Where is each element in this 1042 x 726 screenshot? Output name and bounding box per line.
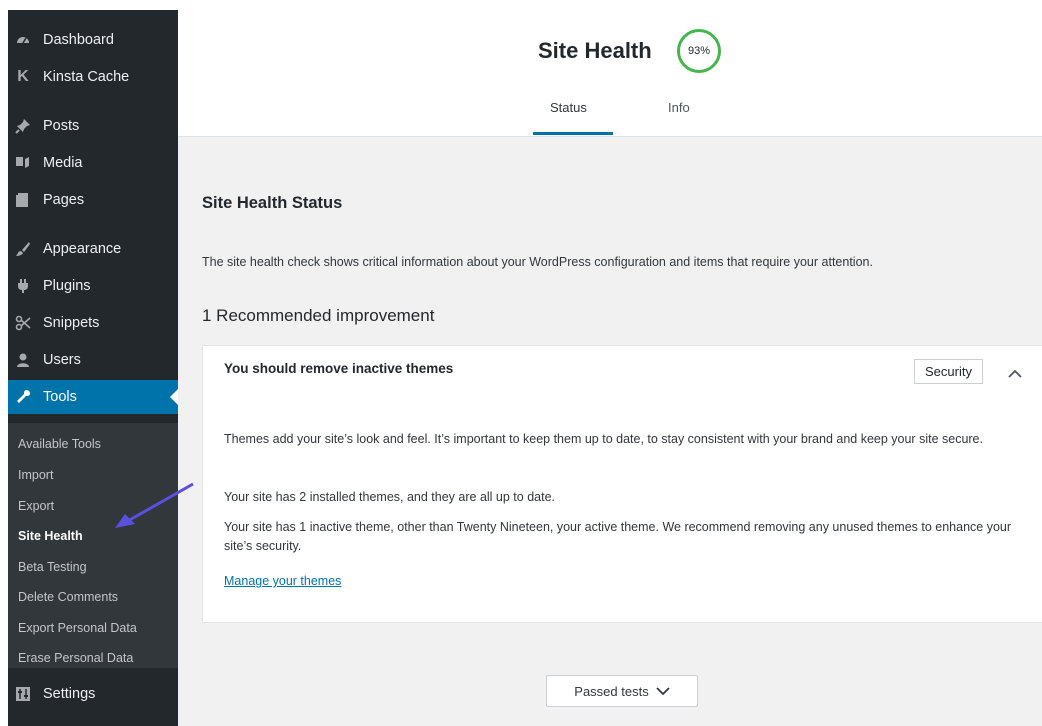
submenu-site-health[interactable]: Site Health [18, 529, 83, 543]
menu-item-label: Posts [43, 118, 80, 134]
menu-item-label: Snippets [43, 315, 100, 331]
main-content: Site Health Status The site health check… [178, 137, 1042, 726]
submenu-erase-personal-data[interactable]: Erase Personal Data [18, 651, 133, 665]
menu-item-label: Tools [43, 389, 77, 405]
passed-tests-button[interactable]: Passed tests [546, 675, 698, 707]
menu-item-media[interactable]: Media [8, 146, 178, 180]
submenu-export[interactable]: Export [18, 499, 54, 513]
menu-item-label: Pages [43, 192, 85, 208]
issue-paragraph: Your site has 2 installed themes, and th… [224, 490, 555, 504]
menu-item-users[interactable]: Users [8, 343, 178, 377]
issue-title[interactable]: You should remove inactive themes [224, 361, 453, 376]
menu-item-label: Media [43, 155, 83, 171]
section-heading: Site Health Status [202, 194, 343, 212]
admin-sidebar: Dashboard K Kinsta Cache Posts Media Pag… [8, 10, 178, 726]
submenu-export-personal-data[interactable]: Export Personal Data [18, 621, 137, 635]
menu-item-plugins[interactable]: Plugins [8, 269, 178, 303]
submenu-beta-testing[interactable]: Beta Testing [18, 560, 87, 574]
category-badge: Security [914, 359, 983, 384]
site-health-header: Site Health 93% Status Info [178, 0, 1042, 137]
wrench-icon [13, 389, 33, 405]
chevron-up-icon [1008, 369, 1022, 378]
issue-card: You should remove inactive themes Securi… [202, 345, 1042, 623]
submenu-import[interactable]: Import [18, 468, 53, 482]
pin-icon [13, 118, 33, 134]
menu-item-label: Appearance [43, 241, 122, 257]
brush-icon [13, 241, 33, 257]
menu-item-label: Kinsta Cache [43, 69, 130, 85]
manage-themes-link[interactable]: Manage your themes [224, 574, 341, 588]
active-tab-indicator [533, 132, 613, 135]
issue-paragraph: Themes add your site’s look and feel. It… [224, 432, 983, 446]
menu-item-label: Dashboard [43, 32, 114, 48]
kinsta-icon: K [17, 68, 29, 85]
recommended-count: 1 Recommended improvement [202, 306, 435, 325]
menu-item-settings[interactable]: Settings [8, 677, 178, 711]
submenu-available-tools[interactable]: Available Tools [18, 437, 101, 451]
plugin-icon [13, 278, 33, 294]
collapse-button[interactable] [1003, 363, 1027, 383]
passed-tests-label: Passed tests [574, 683, 649, 699]
submenu-delete-comments[interactable]: Delete Comments [18, 590, 118, 604]
menu-item-kinsta-cache[interactable]: K Kinsta Cache [8, 60, 178, 94]
tools-submenu: Available Tools Import Export Site Healt… [8, 423, 178, 668]
dashboard-icon [13, 32, 33, 48]
menu-item-appearance[interactable]: Appearance [8, 232, 178, 266]
menu-item-label: Users [43, 352, 81, 368]
page-title: Site Health [538, 38, 652, 63]
tab-status[interactable]: Status [550, 100, 587, 115]
menu-item-label: Plugins [43, 278, 91, 294]
health-score-badge: 93% [677, 29, 721, 73]
menu-item-label: Settings [43, 686, 96, 702]
section-description: The site health check shows critical inf… [202, 255, 873, 269]
menu-item-snippets[interactable]: Snippets [8, 306, 178, 340]
users-icon [13, 352, 33, 368]
settings-icon [13, 686, 33, 702]
menu-item-pages[interactable]: Pages [8, 183, 178, 217]
chevron-down-icon [656, 686, 670, 695]
media-icon [13, 155, 33, 171]
menu-item-tools[interactable]: Tools [8, 380, 178, 414]
tab-info[interactable]: Info [668, 100, 690, 115]
menu-item-posts[interactable]: Posts [8, 109, 178, 143]
annotation-arrow-icon [115, 482, 194, 528]
menu-item-dashboard[interactable]: Dashboard [8, 23, 178, 57]
scissors-icon [13, 315, 33, 331]
pages-icon [13, 192, 33, 208]
issue-paragraph: Your site has 1 inactive theme, other th… [224, 520, 1012, 553]
